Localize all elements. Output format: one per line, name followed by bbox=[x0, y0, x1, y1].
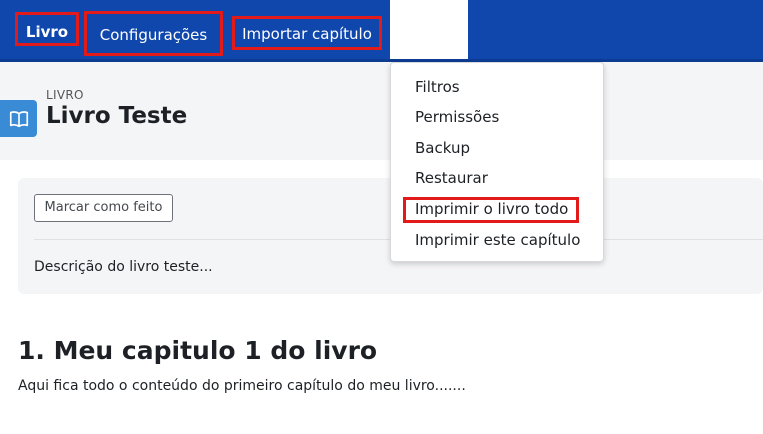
menu-item-restaurar[interactable]: Restaurar bbox=[415, 169, 488, 187]
page-title: Livro Teste bbox=[46, 103, 188, 129]
mark-done-button[interactable]: Marcar como feito bbox=[34, 194, 173, 222]
menu-item-imprimir-livro-todo[interactable]: Imprimir o livro todo bbox=[415, 200, 568, 218]
menu-item-permissoes[interactable]: Permissões bbox=[415, 108, 499, 126]
menu-item-filtros[interactable]: Filtros bbox=[415, 78, 460, 96]
tab-livro[interactable]: Livro bbox=[15, 12, 79, 46]
menu-item-backup[interactable]: Backup bbox=[415, 139, 470, 157]
book-icon-glyph bbox=[9, 110, 28, 127]
book-description: Descrição do livro teste... bbox=[34, 259, 213, 275]
more-menu-dropdown: Filtros Permissões Backup Restaurar Impr… bbox=[390, 62, 604, 262]
book-icon bbox=[0, 100, 37, 137]
tab-configuracoes[interactable]: Configurações bbox=[84, 11, 223, 56]
chapter-body: Aqui fica todo o conteúdo do primeiro ca… bbox=[18, 378, 466, 394]
chapter-title: 1. Meu capitulo 1 do livro bbox=[18, 336, 378, 365]
tab-importar-capitulo[interactable]: Importar capítulo bbox=[232, 16, 382, 50]
page-kicker: LIVRO bbox=[46, 88, 84, 102]
top-nav: Livro Configurações Importar capítulo bbox=[0, 0, 763, 62]
menu-item-imprimir-este-capitulo[interactable]: Imprimir este capítulo bbox=[415, 231, 580, 249]
nav-menu-anchor bbox=[390, 0, 468, 62]
